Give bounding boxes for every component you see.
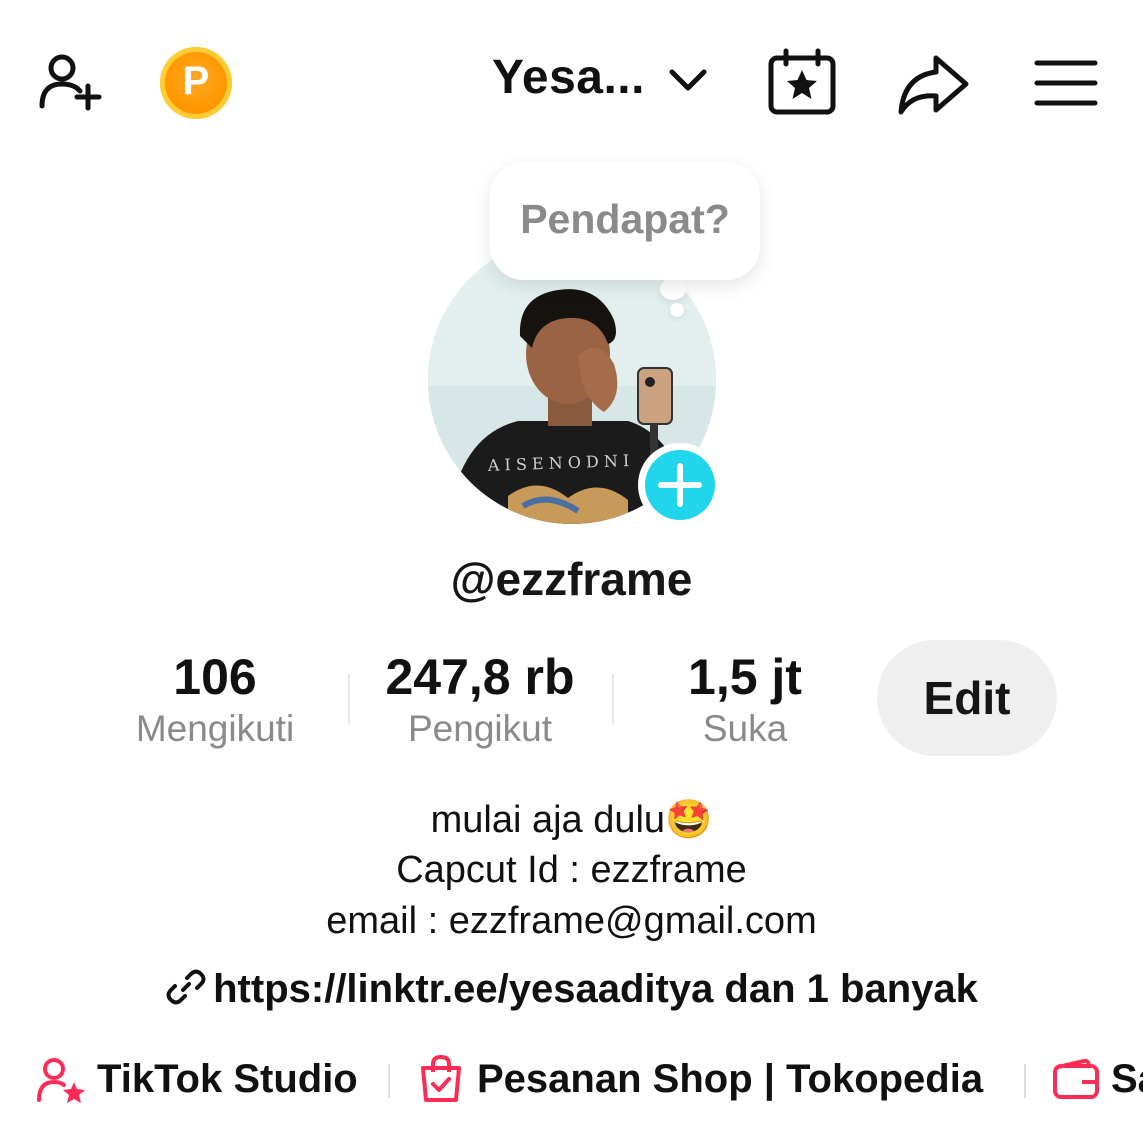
followers-count[interactable]: 247,8 rb	[360, 648, 600, 706]
bio-link[interactable]: https://linktr.ee/yesaaditya dan 1 banya…	[0, 966, 1143, 1012]
add-friend-icon[interactable]	[36, 50, 104, 114]
edit-profile-button[interactable]: Edit	[877, 640, 1057, 756]
tool-separator	[1024, 1064, 1026, 1098]
account-switcher-name[interactable]: Yesa...	[492, 50, 645, 105]
bio-line-3: email : ezzframe@gmail.com	[326, 900, 817, 942]
coin-letter: P	[182, 59, 210, 103]
username: @ezzframe	[450, 553, 693, 605]
star-struck-emoji: 🤩	[665, 799, 713, 841]
bubble-tail-dot	[670, 303, 684, 317]
shopping-bag-icon[interactable]	[418, 1054, 464, 1109]
bio-line-2: Capcut Id : ezzframe	[396, 849, 747, 891]
following-count[interactable]: 106	[105, 648, 325, 706]
tiktok-studio-link[interactable]: TikTok Studio	[97, 1057, 358, 1102]
note-bubble-text: Pendapat?	[520, 196, 730, 242]
saldo-link[interactable]: Sa	[1111, 1057, 1143, 1102]
stats-divider	[612, 674, 614, 724]
followers-label[interactable]: Pengikut	[360, 708, 600, 750]
shop-orders-link[interactable]: Pesanan Shop | Tokopedia	[477, 1057, 983, 1102]
bio-link-text[interactable]: https://linktr.ee/yesaaditya dan 1 banya…	[213, 967, 978, 1011]
likes-count[interactable]: 1,5 jt	[640, 648, 850, 706]
bio-line-1: mulai aja dulu🤩	[0, 798, 1143, 842]
tool-separator	[388, 1064, 390, 1098]
menu-icon[interactable]	[1034, 58, 1098, 108]
stats-divider	[348, 674, 350, 724]
calendar-star-icon[interactable]	[766, 48, 838, 116]
following-label[interactable]: Mengikuti	[105, 708, 325, 750]
link-icon	[166, 969, 206, 1005]
share-icon[interactable]	[896, 52, 970, 116]
wallet-icon[interactable]	[1052, 1058, 1100, 1105]
plus-icon	[658, 463, 702, 507]
bubble-tail	[660, 278, 686, 300]
add-story-button[interactable]	[638, 443, 722, 527]
bio-line-1-text: mulai aja dulu	[430, 799, 666, 841]
chevron-down-icon[interactable]	[668, 66, 708, 96]
user-star-icon[interactable]	[36, 1056, 88, 1109]
likes-label[interactable]: Suka	[640, 708, 850, 750]
coin-badge-icon[interactable]: P	[160, 47, 232, 119]
